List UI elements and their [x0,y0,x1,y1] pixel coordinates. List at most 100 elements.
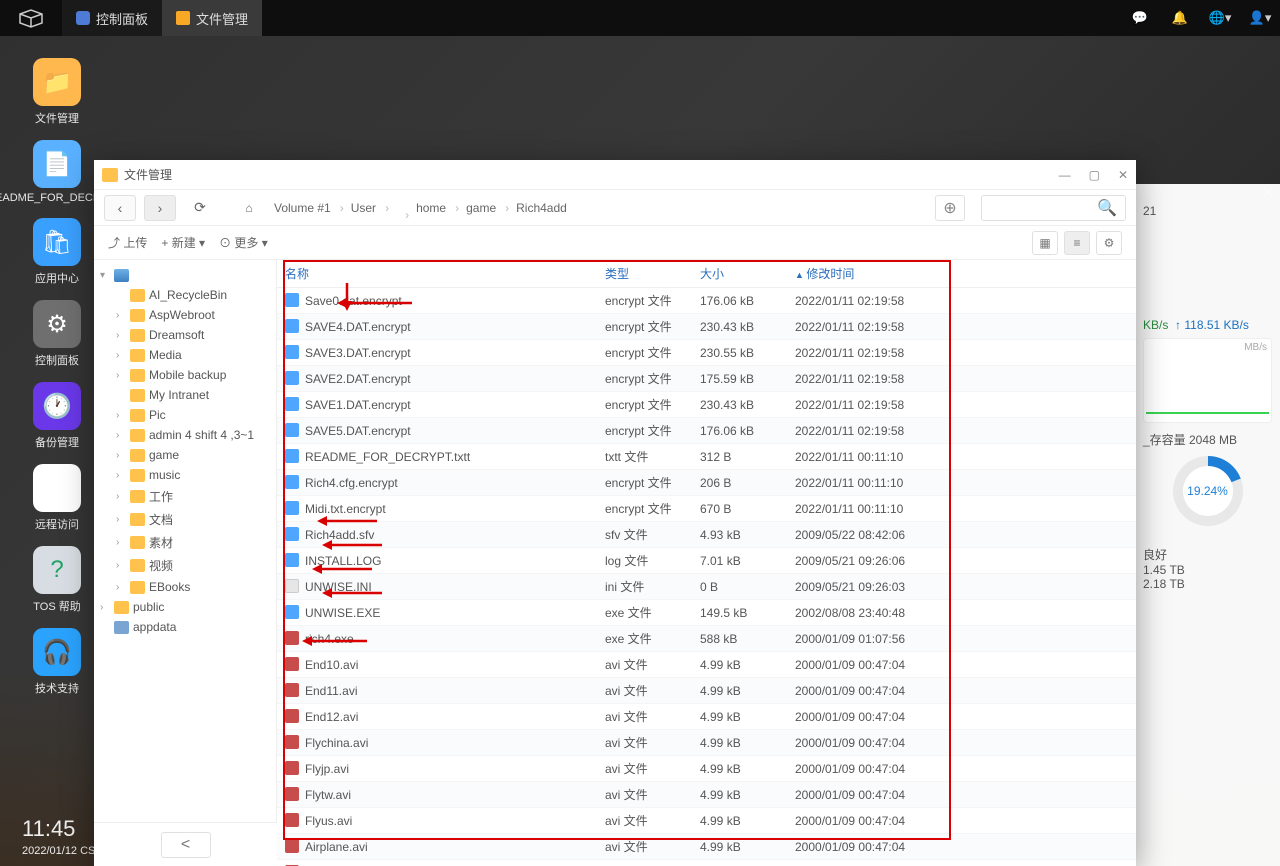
chevron-icon[interactable]: › [116,330,126,341]
col-mtime[interactable]: 修改时间 [787,260,1136,288]
tree-node[interactable]: appdata [94,617,276,637]
tree-node[interactable]: ›素材 [94,531,276,554]
col-type[interactable]: 类型 [597,260,692,288]
view-grid-button[interactable]: ▦ [1032,231,1058,255]
view-list-button[interactable]: ≡ [1064,231,1090,255]
tree-node[interactable]: ›Pic [94,405,276,425]
reload-button[interactable]: ⟳ [184,195,216,221]
search-input[interactable]: 🔍 [981,195,1126,221]
tree-node[interactable]: AI_RecycleBin [94,285,276,305]
more-button[interactable]: ⊙ 更多 ▾ [219,234,268,251]
os-logo-icon[interactable] [0,0,62,36]
share-button[interactable]: < [161,832,211,858]
chat-icon[interactable]: 💬 [1120,0,1160,36]
close-icon[interactable]: ✕ [1118,168,1128,182]
dock-item[interactable]: ?TOS 帮助 [22,546,92,614]
tree-node[interactable]: › EBooks [94,577,276,597]
chevron-icon[interactable]: › [116,450,126,461]
tree-node[interactable]: ›admin 4 shift 4 ,3~1 [94,425,276,445]
window-titlebar[interactable]: 文件管理 — ▢ ✕ [94,160,1136,190]
table-row[interactable]: Flytw.aviavi 文件4.99 kB2000/01/09 00:47:0… [277,782,1136,808]
tree-node[interactable]: ›Media [94,345,276,365]
forward-button[interactable]: › [144,195,176,221]
chevron-icon[interactable]: › [116,310,126,321]
tree-node[interactable]: ›工作 [94,485,276,508]
net-up: 118.51 KB/s [1184,318,1249,332]
table-row[interactable]: SAVE1.DAT.encryptencrypt 文件230.43 kB2022… [277,392,1136,418]
table-row[interactable]: End12.aviavi 文件4.99 kB2000/01/09 00:47:0… [277,704,1136,730]
table-row[interactable]: README_FOR_DECRYPT.txtttxtt 文件312 B2022/… [277,444,1136,470]
crumb[interactable]: game [456,197,506,219]
tree-node[interactable]: My Intranet [94,385,276,405]
crumb[interactable]: User [341,197,386,219]
tree-label: EBooks [149,580,190,594]
chevron-icon[interactable]: › [116,560,126,571]
minimize-icon[interactable]: — [1059,168,1071,182]
dock-item[interactable]: 🎧技术支持 [22,628,92,696]
home-icon[interactable]: ⌂ [234,201,264,215]
table-row[interactable]: SAVE2.DAT.encryptencrypt 文件175.59 kB2022… [277,366,1136,392]
table-row[interactable]: Save0.dat.encryptencrypt 文件176.06 kB2022… [277,288,1136,314]
new-button[interactable]: + 新建 ▾ [161,234,205,251]
dock-item[interactable]: 📄README_FOR_DECRYPT.t [22,140,92,204]
table-row[interactable]: rich4.exeexe 文件588 kB2000/01/09 01:07:56 [277,626,1136,652]
table-row[interactable]: UNWISE.EXEexe 文件149.5 kB2002/08/08 23:40… [277,600,1136,626]
chevron-icon[interactable]: › [116,350,126,361]
table-row[interactable]: UNWISE.INIini 文件0 B2009/05/21 09:26:03 [277,574,1136,600]
table-row[interactable]: Flychina.aviavi 文件4.99 kB2000/01/09 00:4… [277,730,1136,756]
table-row[interactable]: INSTALL.LOGlog 文件7.01 kB2009/05/21 09:26… [277,548,1136,574]
col-size[interactable]: 大小 [692,260,787,288]
chevron-icon[interactable]: ▾ [100,270,110,281]
tree-node[interactable]: ›Dreamsoft [94,325,276,345]
crumb[interactable]: home [406,197,456,219]
table-row[interactable]: SAVE4.DAT.encryptencrypt 文件230.43 kB2022… [277,314,1136,340]
upload-button[interactable]: ⤴ 上传 [108,234,147,251]
chevron-icon[interactable]: › [100,602,110,613]
dock-item[interactable]: 🕐备份管理 [22,382,92,450]
chevron-icon[interactable]: › [116,370,126,381]
tree-node[interactable]: ▾ [94,266,276,285]
chevron-icon[interactable]: › [116,514,126,525]
table-row[interactable]: Rich4add.sfvsfv 文件4.93 kB2009/05/22 08:4… [277,522,1136,548]
dock-item[interactable]: 📁文件管理 [22,58,92,126]
dock-item[interactable]: ⚙控制面板 [22,300,92,368]
table-row[interactable]: End10.aviavi 文件4.99 kB2000/01/09 00:47:0… [277,652,1136,678]
crumb[interactable] [386,204,406,212]
chevron-icon[interactable]: › [116,410,126,421]
maximize-icon[interactable]: ▢ [1089,168,1100,182]
chevron-icon[interactable]: › [116,470,126,481]
table-row[interactable]: SAVE3.DAT.encryptencrypt 文件230.55 kB2022… [277,340,1136,366]
table-row[interactable]: Flyjp.aviavi 文件4.99 kB2000/01/09 00:47:0… [277,756,1136,782]
table-row[interactable]: End11.aviavi 文件4.99 kB2000/01/09 00:47:0… [277,678,1136,704]
dock-item[interactable]: ☁远程访问 [22,464,92,532]
table-row[interactable]: SAVE5.DAT.encryptencrypt 文件176.06 kB2022… [277,418,1136,444]
table-row[interactable]: Flyus.aviavi 文件4.99 kB2000/01/09 00:47:0… [277,808,1136,834]
chevron-icon[interactable]: › [116,430,126,441]
globe-icon[interactable]: 🌐▾ [1200,0,1240,36]
table-row[interactable]: End.aviavi 文件4.99 kB2000/01/09 00:47:04 [277,860,1136,866]
tree-node[interactable]: ›Mobile backup [94,365,276,385]
dock-item[interactable]: 🛍应用中心 [22,218,92,286]
tree-node[interactable]: ›AspWebroot [94,305,276,325]
chevron-icon[interactable]: › [116,491,126,502]
table-row[interactable]: Midi.txt.encryptencrypt 文件670 B2022/01/1… [277,496,1136,522]
crumb[interactable]: Rich4add [506,197,577,219]
favorite-button[interactable]: ⊕ [935,195,965,221]
back-button[interactable]: ‹ [104,195,136,221]
crumb[interactable]: Volume #1 [264,197,341,219]
tree-node[interactable]: ›music [94,465,276,485]
bell-icon[interactable]: 🔔 [1160,0,1200,36]
tree-node[interactable]: ›game [94,445,276,465]
tree-node[interactable]: ›视频 [94,554,276,577]
table-row[interactable]: Airplane.aviavi 文件4.99 kB2000/01/09 00:4… [277,834,1136,860]
tree-node[interactable]: ›public [94,597,276,617]
tree-node[interactable]: ›文档 [94,508,276,531]
chevron-icon[interactable]: › [116,537,126,548]
chevron-icon[interactable]: › [116,582,126,593]
user-icon[interactable]: 👤▾ [1240,0,1280,36]
col-name[interactable]: 名称 [277,260,597,288]
settings-button[interactable]: ⚙ [1096,231,1122,255]
table-row[interactable]: Rich4.cfg.encryptencrypt 文件206 B2022/01/… [277,470,1136,496]
tab-file-manager[interactable]: 文件管理 [162,0,262,36]
tab-control-panel[interactable]: 控制面板 [62,0,162,36]
